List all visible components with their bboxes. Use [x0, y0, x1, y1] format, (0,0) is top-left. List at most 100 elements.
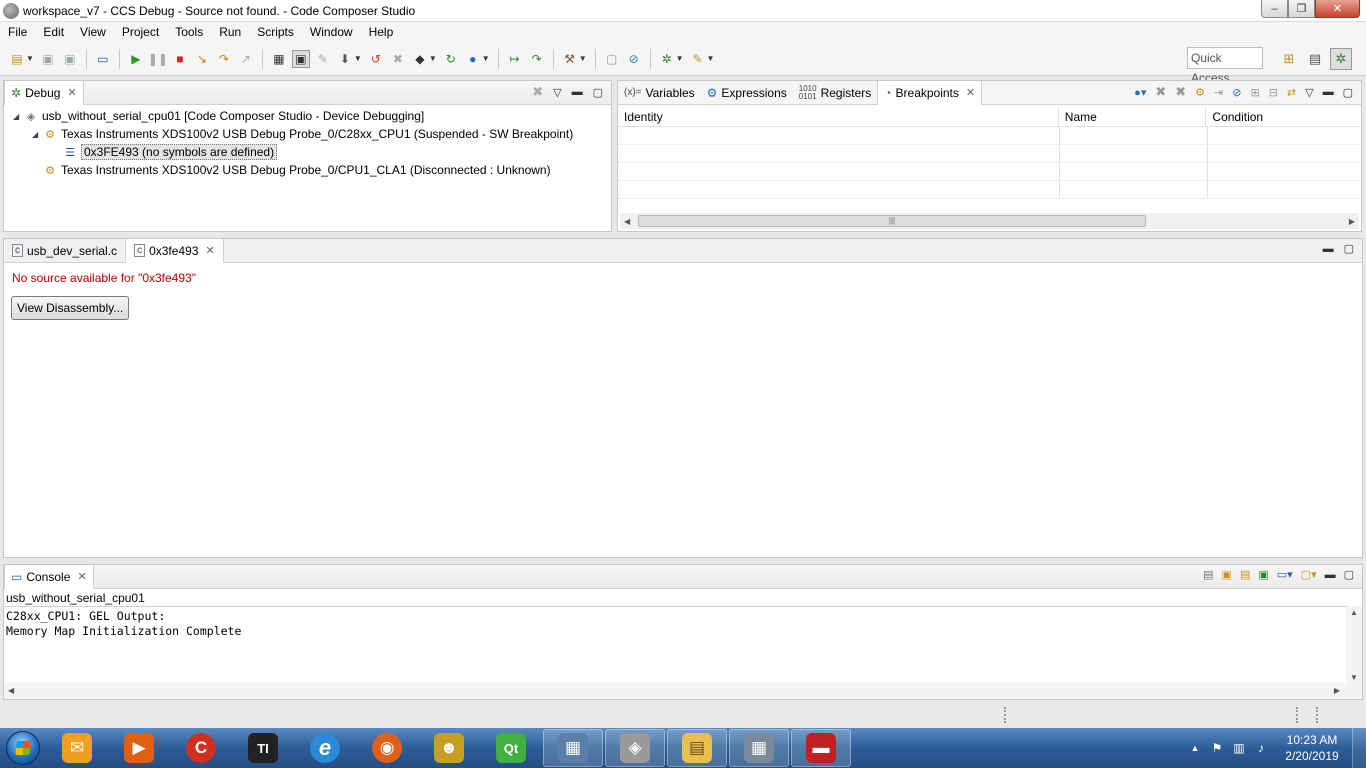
debug-bug-icon[interactable]: ✲	[658, 50, 676, 68]
show-supported-icon[interactable]: ⚙	[1195, 86, 1205, 99]
load-dropdown-icon[interactable]: ▼	[354, 54, 362, 63]
taskbar-app-toolbox[interactable]: ☻	[419, 729, 479, 767]
taskbar-app-qt[interactable]: Qt	[481, 729, 541, 767]
maximize-view-icon[interactable]: ▢	[1344, 242, 1354, 255]
maximize-view-icon[interactable]: ▢	[1343, 86, 1353, 99]
expand-arrow-icon[interactable]: ◢	[13, 112, 23, 121]
console-vertical-scrollbar[interactable]: ▲ ▼	[1346, 606, 1362, 684]
maximize-button[interactable]: ❐	[1288, 0, 1315, 18]
menu-scripts[interactable]: Scripts	[249, 22, 302, 42]
tools-dropdown-icon[interactable]: ▼	[707, 54, 715, 63]
debug-config-icon[interactable]: ●	[464, 50, 482, 68]
disconnect-icon[interactable]: ✎	[314, 50, 332, 68]
search-icon[interactable]: ⊘	[625, 50, 643, 68]
bug-dropdown-icon[interactable]: ▼	[676, 54, 684, 63]
skip-breakpoints-icon[interactable]: ⊘	[1232, 86, 1241, 99]
memory-grid-icon[interactable]: ▦	[270, 50, 288, 68]
maximize-view-icon[interactable]: ▢	[1344, 568, 1354, 581]
scroll-down-icon[interactable]: ▼	[1350, 673, 1358, 682]
load-program-icon[interactable]: ⬇	[336, 50, 354, 68]
pin-console-icon[interactable]: ▣	[1258, 568, 1268, 581]
volume-icon[interactable]: ♪	[1250, 737, 1272, 759]
scroll-up-icon[interactable]: ▲	[1350, 608, 1358, 617]
column-condition[interactable]: Condition	[1206, 107, 1361, 126]
save-icon[interactable]: ▣	[39, 50, 57, 68]
taskbar-app-ie[interactable]: e	[295, 729, 355, 767]
remove-all-breakpoints-icon[interactable]: ✖	[1175, 84, 1186, 100]
taskbar-app-firefox[interactable]: ◉	[357, 729, 417, 767]
taskbar-app-control-panel[interactable]: ▦	[543, 729, 603, 767]
console-horizontal-scrollbar[interactable]: ◀ ▶	[4, 683, 1362, 699]
build-dropdown-icon[interactable]: ▼	[579, 54, 587, 63]
scroll-left-icon[interactable]: ◀	[8, 686, 14, 695]
show-hidden-icons-icon[interactable]: ▲	[1184, 737, 1206, 759]
taskbar-app-toolbox2[interactable]: ▬	[791, 729, 851, 767]
scroll-left-icon[interactable]: ◀	[624, 217, 630, 226]
column-name[interactable]: Name	[1059, 107, 1207, 126]
scrollbar-thumb[interactable]: |||	[638, 215, 1146, 227]
goto-file-icon[interactable]: ⇥	[1214, 86, 1223, 99]
start-button[interactable]	[0, 728, 46, 768]
target-dropdown-icon[interactable]: ▼	[429, 54, 437, 63]
ccs-debug-perspective-icon[interactable]: ✲	[1330, 48, 1352, 70]
taskbar-app-outlook[interactable]: ✉	[47, 729, 107, 767]
tree-item-cpu1[interactable]: ◢ ⚙ Texas Instruments XDS100v2 USB Debug…	[32, 125, 573, 143]
step-over-assembly-icon[interactable]: ↷	[528, 50, 546, 68]
menu-run[interactable]: Run	[211, 22, 249, 42]
menu-view[interactable]: View	[72, 22, 114, 42]
column-identity[interactable]: Identity	[618, 107, 1059, 126]
expand-arrow-icon[interactable]: ◢	[32, 130, 42, 139]
restart-icon[interactable]: ↺	[367, 50, 385, 68]
taskbar-app-media[interactable]: ▶	[109, 729, 169, 767]
tab-variables[interactable]: (x)= Variables	[618, 81, 701, 105]
console-output[interactable]: C28xx_CPU1: GEL Output: Memory Map Initi…	[4, 606, 1362, 684]
open-console-icon[interactable]: ▢▾	[1301, 568, 1317, 581]
tab-console[interactable]: ▭ Console ✕	[4, 564, 94, 589]
minimize-button[interactable]: –	[1261, 0, 1288, 18]
external-tools-icon[interactable]: ✎	[689, 50, 707, 68]
minimize-view-icon[interactable]: ▬	[1323, 86, 1334, 98]
remove-breakpoint-icon[interactable]: ✖	[1155, 84, 1166, 100]
minimize-view-icon[interactable]: ▬	[1323, 243, 1334, 255]
taskbar-app-ccleaner[interactable]: C	[171, 729, 231, 767]
view-disassembly-button[interactable]: View Disassembly...	[11, 296, 130, 320]
tree-item-project[interactable]: ◢ ◈ usb_without_serial_cpu01 [Code Compo…	[13, 107, 424, 125]
display-console-icon[interactable]: ▭▾	[1277, 568, 1293, 581]
debug-view-icon[interactable]: ▭	[94, 50, 112, 68]
link-with-view-icon[interactable]: ⇄	[1287, 86, 1296, 99]
step-return-icon[interactable]: ↗	[237, 50, 255, 68]
action-center-flag-icon[interactable]: ⚑	[1206, 737, 1228, 759]
close-tab-icon[interactable]: ✕	[67, 86, 76, 99]
save-all-icon[interactable]: ▣	[61, 50, 79, 68]
connect-icon[interactable]: ▣	[291, 49, 310, 68]
new-breakpoint-icon[interactable]: ●▾	[1134, 86, 1146, 99]
clear-console-icon[interactable]: ▤	[1203, 568, 1213, 581]
open-perspective-icon[interactable]: ⊞	[1278, 48, 1300, 70]
new-dropdown-icon[interactable]: ▼	[26, 54, 34, 63]
debug-dropdown-icon[interactable]: ▼	[482, 54, 490, 63]
close-tab-icon[interactable]: ✕	[77, 570, 86, 583]
collapse-all-icon[interactable]: ⊟	[1269, 86, 1278, 99]
menu-window[interactable]: Window	[302, 22, 361, 42]
menu-tools[interactable]: Tools	[167, 22, 211, 42]
tree-item-frame[interactable]: ☰ 0x3FE493 (no symbols are defined)	[62, 143, 278, 161]
close-button[interactable]: ✕	[1315, 0, 1360, 18]
resume-icon[interactable]: ▶	[127, 50, 145, 68]
suspend-icon[interactable]: ❚❚	[148, 50, 168, 68]
taskbar-app-calculator[interactable]: ▦	[729, 729, 789, 767]
taskbar-app-ccs[interactable]: ◈	[605, 729, 665, 767]
screen-icon[interactable]: ▢	[603, 50, 621, 68]
quick-access-input[interactable]: Quick Access	[1187, 47, 1263, 85]
ccs-app-icon[interactable]	[3, 2, 19, 19]
step-over-icon[interactable]: ↷	[215, 50, 233, 68]
step-into-icon[interactable]: ↘	[193, 50, 211, 68]
new-icon[interactable]: ▤	[8, 50, 26, 68]
tab-usb-dev-serial[interactable]: c usb_dev_serial.c	[4, 239, 125, 263]
target-config-icon[interactable]: ◆	[411, 50, 429, 68]
refresh-icon[interactable]: ↻	[442, 50, 460, 68]
horizontal-scrollbar[interactable]: ◀ ||| ▶	[620, 213, 1359, 229]
step-assembly-icon[interactable]: ↦	[506, 50, 524, 68]
scroll-right-icon[interactable]: ▶	[1334, 686, 1340, 695]
taskbar-app-explorer[interactable]: ▤	[667, 729, 727, 767]
word-wrap-icon[interactable]: ▤	[1240, 568, 1250, 581]
